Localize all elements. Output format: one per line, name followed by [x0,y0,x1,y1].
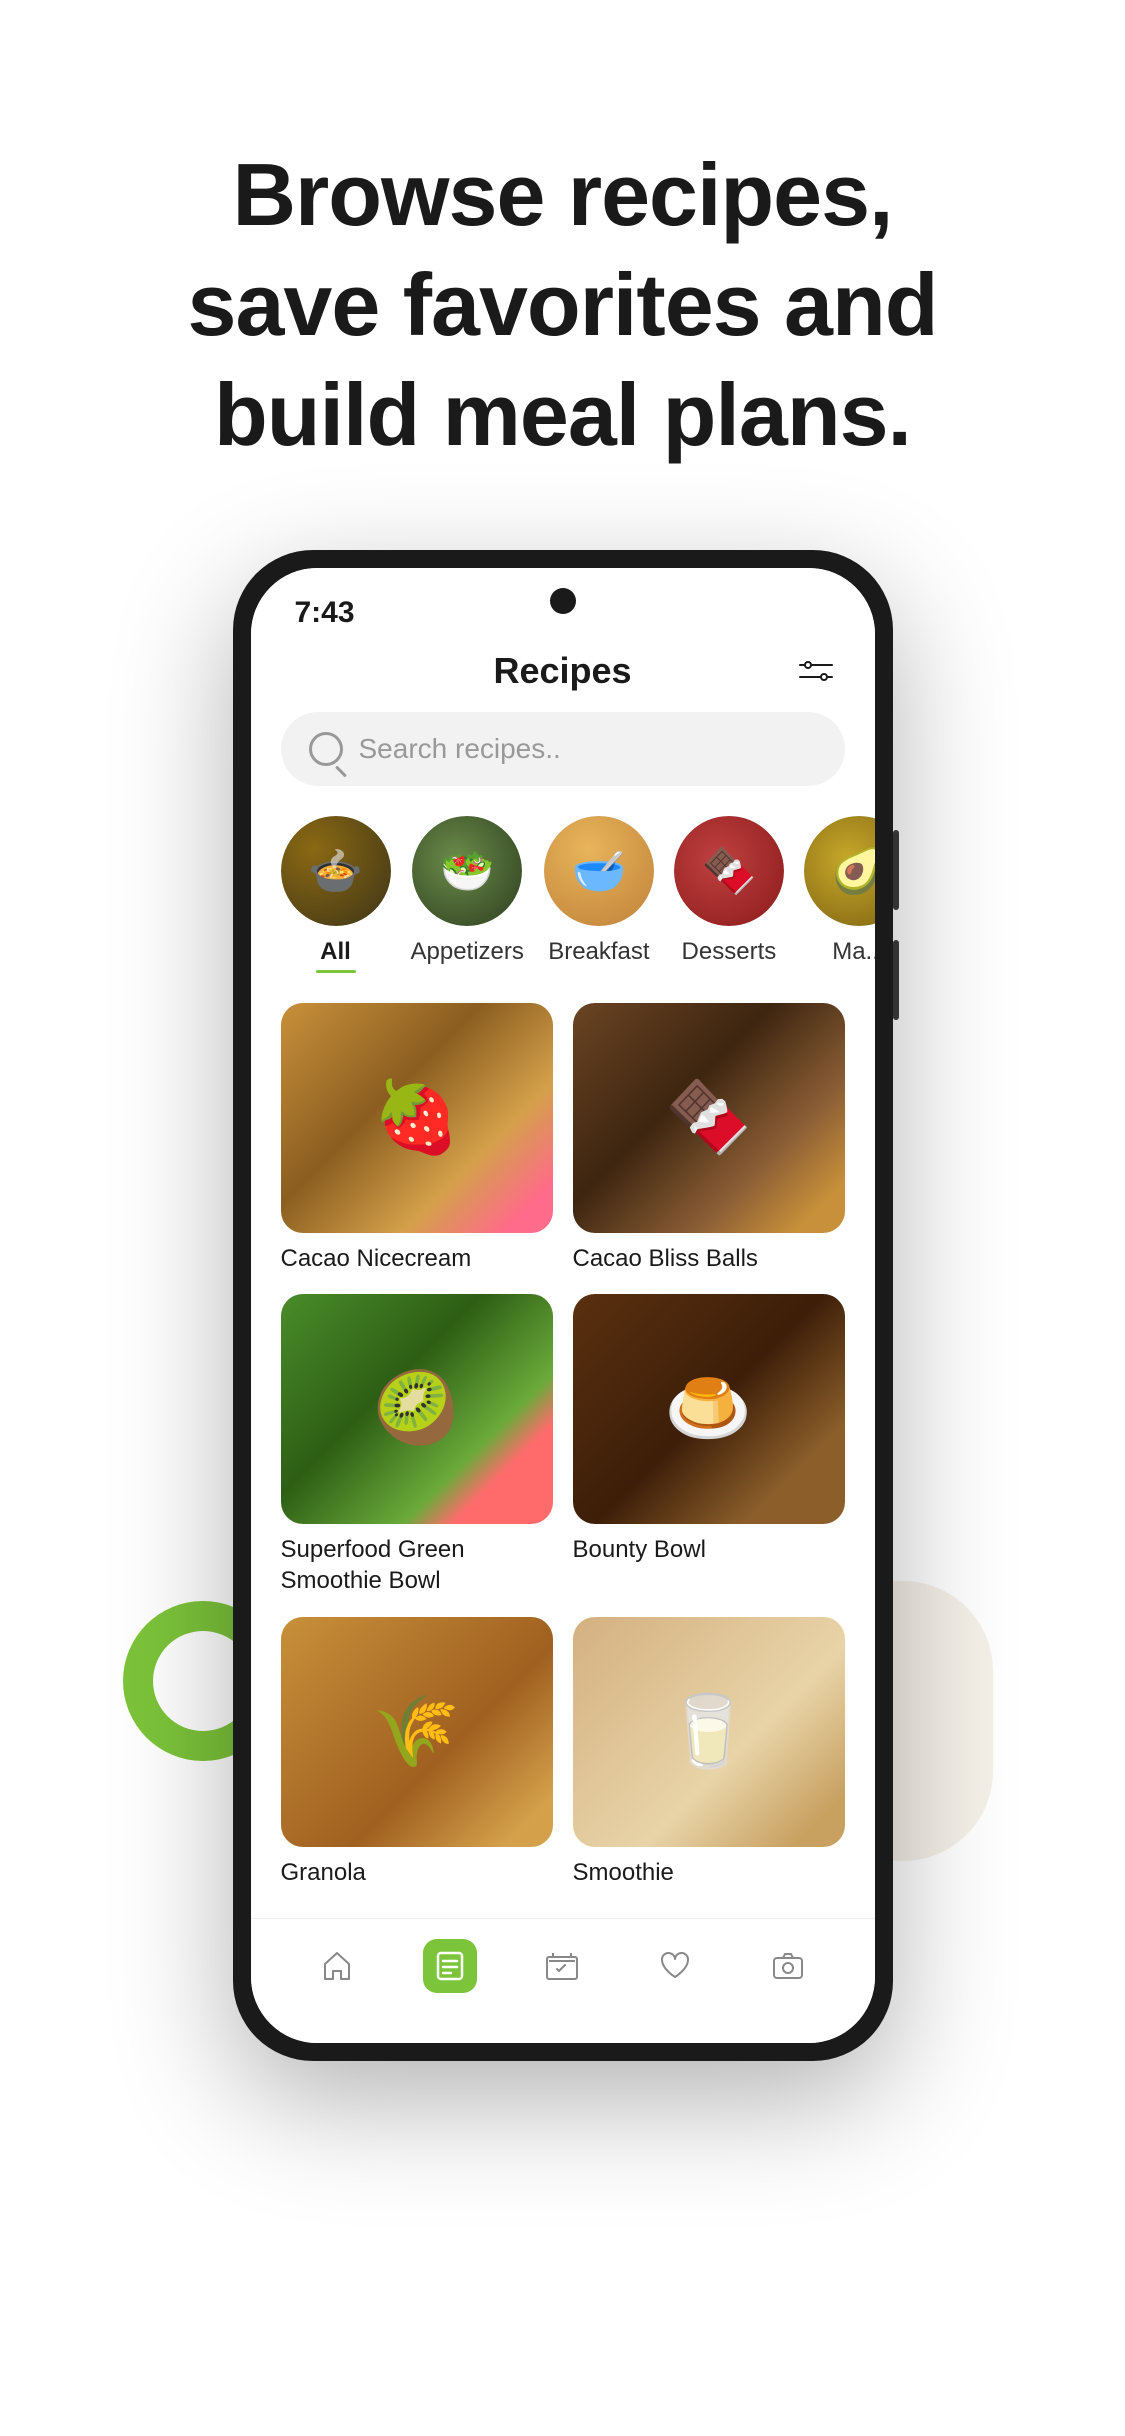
nav-home[interactable] [310,1939,364,1993]
recipe-name-smoothie: Smoothie [573,1857,845,1888]
nav-recipes[interactable] [423,1939,477,1993]
recipe-name-cacao-nicecream: Cacao Nicecream [281,1243,553,1274]
recipes-grid: 🍓 Cacao Nicecream 🍫 Cacao Bliss Balls 🥝 … [251,1003,875,1908]
category-appetizers[interactable]: 🥗 Appetizers [411,816,524,973]
category-more-image: 🥑 [804,816,875,926]
recipe-name-bounty-bowl: Bounty Bowl [573,1534,845,1565]
phone-screen: 7:43 [251,568,875,2043]
search-bar[interactable]: Search recipes.. [281,712,845,786]
nav-meal-plan[interactable] [535,1939,589,1993]
category-active-indicator [316,970,356,973]
category-breakfast[interactable]: 🥣 Breakfast [544,816,654,973]
recipe-image-cacao-nicecream: 🍓 [281,1003,553,1233]
category-appetizers-image: 🥗 [412,816,522,926]
recipe-card-granola[interactable]: 🌾 Granola [281,1617,553,1888]
category-more-label: Ma... [832,938,874,966]
recipe-image-granola: 🌾 [281,1617,553,1847]
search-input[interactable]: Search recipes.. [359,733,561,765]
phone-button-volume-up [893,830,899,910]
hero-title: Browse recipes, save favorites and build… [80,140,1045,470]
recipe-card-smoothie[interactable]: 🥛 Smoothie [573,1617,845,1888]
status-time: 7:43 [295,596,355,630]
category-breakfast-label: Breakfast [548,938,649,966]
category-desserts-image: 🍫 [674,816,784,926]
bottom-nav [251,1918,875,2043]
recipe-image-cacao-bliss-balls: 🍫 [573,1003,845,1233]
search-icon [309,732,343,766]
filter-button[interactable] [798,653,834,689]
recipes-icon [423,1939,477,1993]
recipe-name-cacao-bliss-balls: Cacao Bliss Balls [573,1243,845,1274]
recipe-image-smoothie: 🥛 [573,1617,845,1847]
hero-section: Browse recipes, save favorites and build… [0,0,1125,550]
categories-row: 🍲 All 🥗 Appetizers 🥣 Breakfast [251,816,875,1003]
app-header: Recipes [251,640,875,712]
recipe-card-cacao-nicecream[interactable]: 🍓 Cacao Nicecream [281,1003,553,1274]
category-all-label: All [320,938,351,966]
phone-frame: 7:43 [233,550,893,2061]
camera-icon [761,1939,815,1993]
recipe-name-granola: Granola [281,1857,553,1888]
category-breakfast-image: 🥣 [544,816,654,926]
recipe-card-cacao-bliss-balls[interactable]: 🍫 Cacao Bliss Balls [573,1003,845,1274]
phone-mockup: 7:43 [233,550,893,2061]
home-icon [310,1939,364,1993]
recipe-image-superfood-green: 🥝 [281,1294,553,1524]
camera-notch [550,588,576,614]
category-all-image: 🍲 [281,816,391,926]
category-all[interactable]: 🍲 All [281,816,391,973]
category-desserts[interactable]: 🍫 Desserts [674,816,784,973]
phone-button-volume-down [893,940,899,1020]
status-bar: 7:43 [251,568,875,640]
app-title: Recipes [493,650,631,692]
meal-plan-icon [535,1939,589,1993]
category-appetizers-label: Appetizers [411,938,524,966]
nav-camera[interactable] [761,1939,815,1993]
recipe-card-superfood-green[interactable]: 🥝 Superfood Green Smoothie Bowl [281,1294,553,1596]
nav-favorites[interactable] [648,1939,702,1993]
category-desserts-label: Desserts [682,938,777,966]
recipe-image-bounty-bowl: 🍮 [573,1294,845,1524]
recipe-name-superfood-green: Superfood Green Smoothie Bowl [281,1534,553,1596]
category-more[interactable]: 🥑 Ma... [804,816,875,973]
heart-icon [648,1939,702,1993]
status-icons [815,604,831,622]
recipe-card-bounty-bowl[interactable]: 🍮 Bounty Bowl [573,1294,845,1596]
